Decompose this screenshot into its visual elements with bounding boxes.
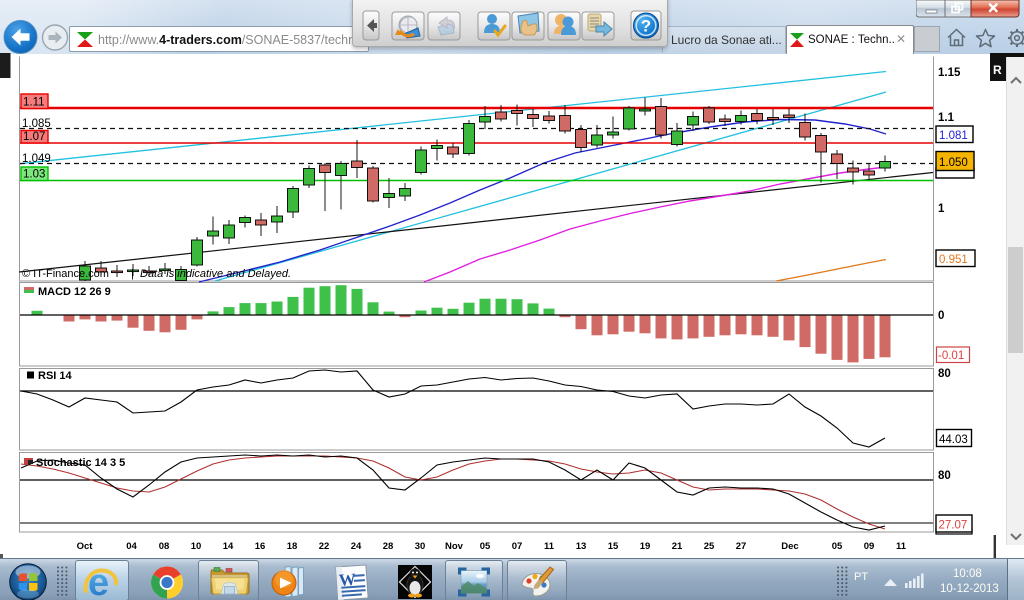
svg-text:|: |: [131, 268, 134, 280]
svg-text:Oct: Oct: [77, 541, 94, 552]
svg-text:1.049: 1.049: [22, 153, 51, 165]
svg-text:27.07: 27.07: [939, 520, 968, 532]
svg-text:1.15: 1.15: [938, 67, 961, 79]
svg-text:24: 24: [351, 541, 362, 552]
svg-text:Stochastic 14 3 5: Stochastic 14 3 5: [36, 457, 125, 469]
svg-text:1.07: 1.07: [23, 131, 45, 143]
svg-text:© IT-Finance.com: © IT-Finance.com: [22, 268, 109, 280]
svg-text:1.11: 1.11: [23, 97, 45, 109]
svg-text:-0.01: -0.01: [938, 350, 964, 362]
svg-text:15: 15: [608, 541, 619, 552]
svg-text:14: 14: [223, 541, 234, 552]
svg-text:Data is indicative and Delayed: Data is indicative and Delayed.: [140, 268, 291, 280]
svg-text:30: 30: [415, 541, 426, 552]
svg-text:18: 18: [287, 541, 298, 552]
svg-text:R: R: [993, 63, 1002, 77]
svg-text:08: 08: [159, 541, 170, 552]
svg-text:1.03: 1.03: [23, 169, 45, 181]
svg-text:0: 0: [938, 310, 944, 322]
svg-text:05: 05: [832, 541, 843, 552]
svg-text:1.1: 1.1: [938, 112, 955, 124]
svg-text:19: 19: [640, 541, 651, 552]
svg-text:MACD 12 26 9: MACD 12 26 9: [38, 286, 111, 298]
svg-text:80: 80: [938, 470, 951, 482]
svg-text:22: 22: [319, 541, 330, 552]
svg-text:05: 05: [480, 541, 491, 552]
svg-text:13: 13: [576, 541, 587, 552]
svg-text:1: 1: [938, 203, 945, 215]
svg-text:1.085: 1.085: [22, 118, 51, 130]
svg-text:Dec: Dec: [781, 541, 798, 552]
svg-text:80: 80: [938, 368, 951, 380]
svg-text:44.03: 44.03: [939, 434, 968, 446]
svg-text:07: 07: [512, 541, 523, 552]
svg-text:10: 10: [191, 541, 202, 552]
svg-text:27: 27: [736, 541, 747, 552]
svg-text:11: 11: [896, 541, 907, 552]
svg-text:28: 28: [383, 541, 394, 552]
svg-text:?: ?: [641, 17, 651, 36]
svg-text:e: e: [88, 562, 109, 600]
svg-text:RSI 14: RSI 14: [38, 370, 73, 382]
svg-text:21: 21: [672, 541, 683, 552]
svg-text:Nov: Nov: [445, 541, 464, 552]
svg-text:04: 04: [126, 541, 137, 552]
svg-text:09: 09: [864, 541, 875, 552]
svg-text:25: 25: [704, 541, 715, 552]
svg-text:1.050: 1.050: [939, 157, 968, 169]
svg-text:11: 11: [544, 541, 555, 552]
svg-text:0.951: 0.951: [939, 254, 968, 266]
svg-text:1.081: 1.081: [939, 130, 968, 142]
svg-text:16: 16: [255, 541, 266, 552]
